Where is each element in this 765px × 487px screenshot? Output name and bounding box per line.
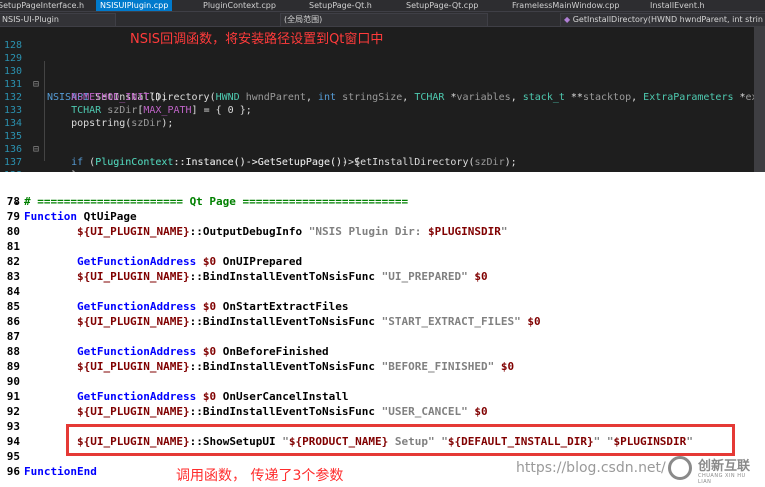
line-number: 84: [6, 285, 20, 298]
line-number: 90: [6, 375, 20, 388]
code-text: FunctionEnd: [24, 465, 97, 478]
function-dropdown[interactable]: ◆ GetInstallDirectory(HWND hwndParent, i…: [560, 13, 765, 27]
line-number: 82: [6, 255, 20, 268]
highlight-box: [66, 424, 735, 456]
code-line: 134: [0, 104, 765, 129]
brand-logo: 创新互联 CHUANG XIN HU LIAN: [668, 454, 760, 485]
tab-setuppageinterface-h[interactable]: SetupPageInterface.h: [0, 0, 84, 11]
line-number: 80: [6, 225, 20, 238]
code-text: ${UI_PLUGIN_NAME}::OutputDebugInfo "NSIS…: [76, 225, 508, 238]
tab-framelessmainwindow-cpp[interactable]: FramelessMainWindow.cpp: [512, 0, 619, 11]
function-icon: ◆: [564, 15, 573, 24]
line-number: 81: [6, 240, 20, 253]
code-line: 82 GetFunctionAddress $0 OnUIPrepared: [0, 254, 765, 269]
line-number: 138: [0, 169, 22, 172]
code-line: 86 ${UI_PLUGIN_NAME}::BindInstallEventTo…: [0, 314, 765, 329]
code-line: 92 ${UI_PLUGIN_NAME}::BindInstallEventTo…: [0, 404, 765, 419]
logo-icon: [668, 456, 692, 480]
code-line: 84: [0, 284, 765, 299]
code-line: 91 GetFunctionAddress $0 OnUserCancelIns…: [0, 389, 765, 404]
logo-text: 创新互联: [698, 459, 751, 474]
code-line: 85 GetFunctionAddress $0 OnStartExtractF…: [0, 299, 765, 314]
tab-setuppage-qt-cpp[interactable]: SetupPage-Qt.cpp: [406, 0, 478, 11]
line-number: 85: [6, 300, 20, 313]
vertical-scrollbar[interactable]: [754, 26, 765, 172]
code-line: 135 ⊟ if (PluginContext::Instance()->Get…: [0, 117, 765, 168]
line-number: 88: [6, 345, 20, 358]
blog-watermark: https://blog.csdn.net/: [516, 460, 666, 476]
code-line: 136 PluginContext::Instance()->GetSetupP…: [0, 130, 765, 168]
code-text: GetFunctionAddress $0 OnUserCancelInstal…: [76, 390, 349, 403]
code-line: 83 ${UI_PLUGIN_NAME}::BindInstallEventTo…: [0, 269, 765, 284]
line-number: 95: [6, 450, 20, 463]
code-line: 90: [0, 374, 765, 389]
tab-plugincontext-cpp[interactable]: PluginContext.cpp: [203, 0, 276, 11]
logo-subtext: CHUANG XIN HU LIAN: [698, 473, 746, 485]
code-text: ${UI_PLUGIN_NAME}::BindInstallEventToNsi…: [76, 315, 541, 328]
code-line: 81: [0, 239, 765, 254]
nsis-annotation: 调用函数， 传递了3个参数: [176, 468, 344, 484]
line-number: 96: [6, 465, 20, 478]
tab-installevent-h[interactable]: InstallEvent.h: [650, 0, 705, 11]
line-number: 79: [6, 210, 20, 223]
code-line: .: [0, 184, 765, 207]
code-line: 138 }: [0, 156, 765, 172]
code-line: 78 # ====================== Qt Page =====…: [0, 194, 765, 209]
code-text: }: [47, 169, 77, 172]
tab-setuppage-qt-h[interactable]: SetupPage-Qt.h: [309, 0, 372, 11]
line-number: 91: [6, 390, 20, 403]
scope-dropdown[interactable]: (全局范围): [280, 13, 488, 27]
code-line: 87: [0, 329, 765, 344]
editor-tab-bar: SetupPageInterface.h NSISUIPlugin.cpp Pl…: [0, 0, 765, 11]
line-number: 87: [6, 330, 20, 343]
code-line: 79 Function QtUiPage: [0, 209, 765, 224]
code-text: Function QtUiPage: [24, 210, 137, 223]
line-number: 92: [6, 405, 20, 418]
code-text: # ====================== Qt Page =======…: [24, 195, 409, 208]
function-dropdown-label: GetInstallDirectory(HWND hwndParent, int…: [572, 15, 763, 24]
vs-code-editor: SetupPageInterface.h NSISUIPlugin.cpp Pl…: [0, 0, 765, 172]
code-line: 132 TCHAR szDir[MAX_PATH] = { 0 };: [0, 78, 765, 116]
line-number: 83: [6, 270, 20, 283]
code-line: 89 ${UI_PLUGIN_NAME}::BindInstallEventTo…: [0, 359, 765, 374]
code-text: ${UI_PLUGIN_NAME}::BindInstallEventToNsi…: [76, 405, 488, 418]
code-text: ${UI_PLUGIN_NAME}::BindInstallEventToNsi…: [76, 360, 515, 373]
code-line: 133 popstring(szDir);: [0, 91, 765, 129]
code-line: 88 GetFunctionAddress $0 OnBeforeFinishe…: [0, 344, 765, 359]
code-line: 80 ${UI_PLUGIN_NAME}::OutputDebugInfo "N…: [0, 224, 765, 239]
code-text: GetFunctionAddress $0 OnBeforeFinished: [76, 345, 329, 358]
tab-nsisuiplugin-cpp[interactable]: NSISUIPlugin.cpp: [96, 0, 173, 11]
line-number: 89: [6, 360, 20, 373]
navigation-bar: NSIS-UI-Plugin (全局范围) ◆ GetInstallDirect…: [0, 11, 765, 27]
code-text: GetFunctionAddress $0 OnUIPrepared: [76, 255, 303, 268]
code-text: ${UI_PLUGIN_NAME}::BindInstallEventToNsi…: [76, 270, 488, 283]
code-line: 131 NSMETHOD_INIT();: [0, 65, 765, 103]
code-line: 130 ⊟ NSISAPI SetInstallDirectory(HWND h…: [0, 52, 765, 103]
line-number: 86: [6, 315, 20, 328]
code-line: 137 }: [0, 143, 765, 172]
project-dropdown[interactable]: NSIS-UI-Plugin: [0, 13, 116, 27]
vs-annotation: NSIS回调函数，将安装路径设置到Qt窗口中: [130, 32, 384, 47]
line-number: 94: [6, 435, 20, 448]
line-number: 78: [6, 195, 20, 208]
line-number: 93: [6, 420, 20, 433]
code-text: GetFunctionAddress $0 OnStartExtractFile…: [76, 300, 349, 313]
